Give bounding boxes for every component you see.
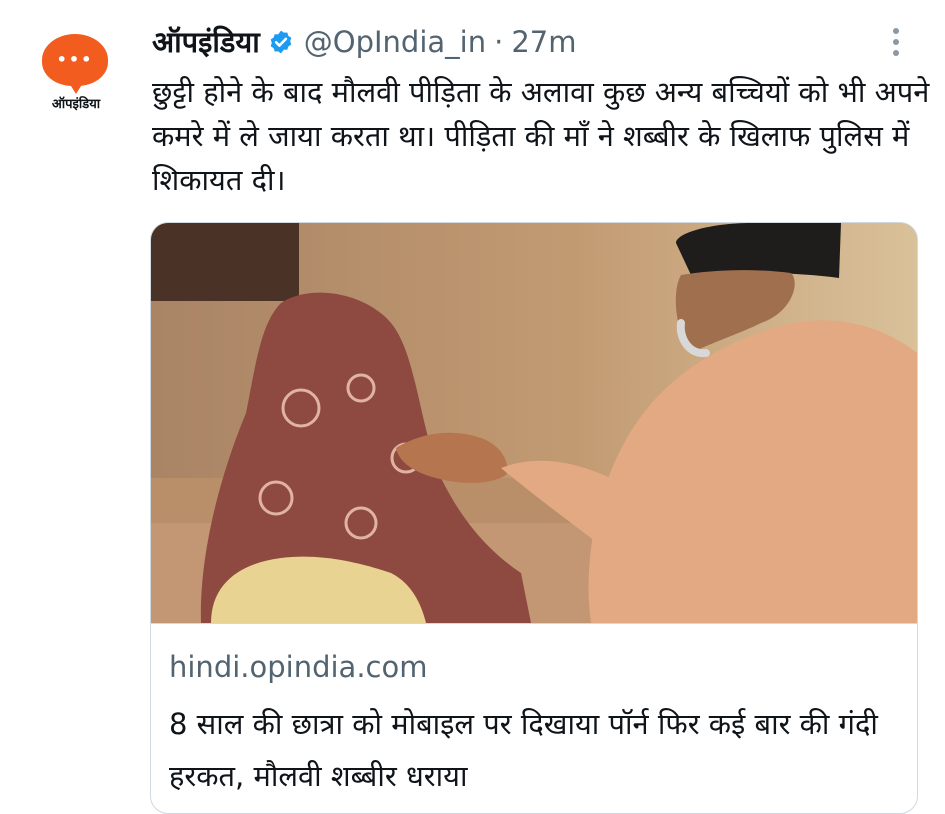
author-name[interactable]: ऑपइंडिया	[152, 22, 260, 62]
more-options-icon[interactable]	[888, 28, 904, 64]
tweet-timestamp[interactable]: 27m	[511, 22, 576, 62]
speech-bubble-tail	[66, 78, 86, 94]
link-card-image	[151, 223, 917, 623]
link-card-info: hindi.opindia.com 8 साल की छात्रा को मोब…	[151, 623, 917, 793]
avatar-brand-label: ऑपइंडिया	[51, 97, 101, 112]
logo-dots: •••	[56, 50, 94, 69]
verified-badge-icon	[270, 30, 292, 54]
author-handle[interactable]: @OpIndia_in	[304, 22, 486, 62]
link-card[interactable]: hindi.opindia.com 8 साल की छात्रा को मोब…	[150, 222, 918, 814]
tweet[interactable]: ••• ऑपइंडिया ऑपइंडिया @OpIndia_in · 27m …	[0, 0, 945, 814]
header-separator: ·	[494, 25, 504, 59]
link-card-headline: 8 साल की छात्रा को मोबाइल पर दिखाया पॉर्…	[169, 707, 878, 793]
tweet-text: छुट्टी होने के बाद मौलवी पीड़िता के अलाव…	[152, 75, 930, 197]
tweet-header: ऑपइंडिया @OpIndia_in · 27m	[152, 22, 576, 62]
avatar[interactable]: ••• ऑपइंडिया	[38, 34, 114, 114]
link-card-domain: hindi.opindia.com	[169, 650, 428, 684]
card-photo-illustration	[151, 223, 917, 623]
